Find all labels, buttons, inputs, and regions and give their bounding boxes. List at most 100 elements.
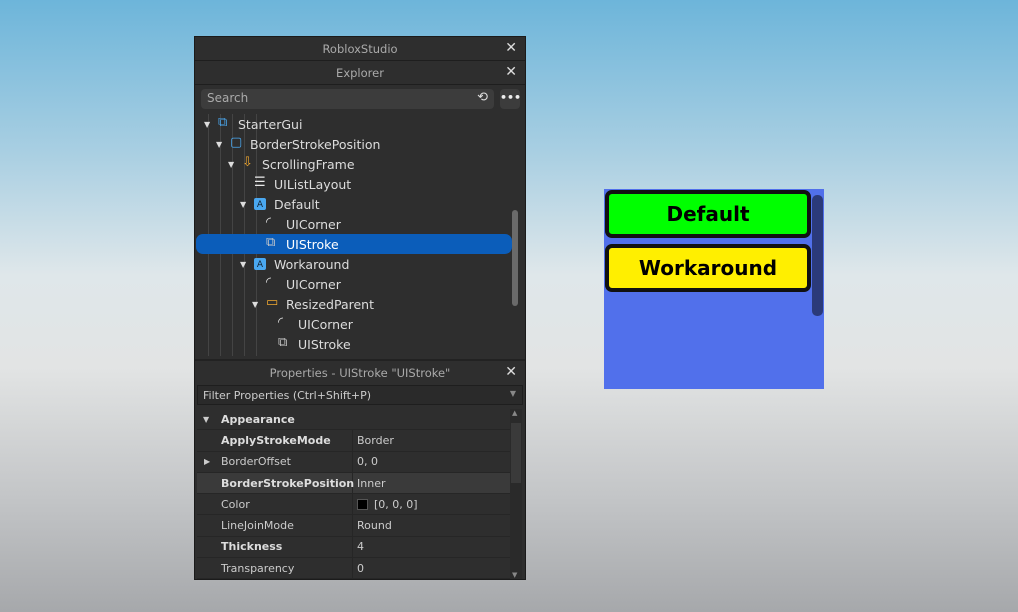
property-row[interactable]: Thickness 4 [197,536,510,559]
filter-placeholder: Filter Properties (Ctrl+Shift+P) [203,389,372,402]
tree-item[interactable]: ▼ A Default [196,194,512,214]
tree-item[interactable]: ☰ UIListLayout [196,174,512,194]
startergui-icon: ⧉ [218,115,228,130]
tree-item-label: UICorner [298,316,353,332]
property-name: Thickness [197,536,353,558]
property-row[interactable]: BorderStrokePosition Inner [197,472,510,495]
tree-item-label: ResizedParent [286,296,375,312]
properties-table: ▼ Appearance ApplyStrokeMode Border ▶ Borde… [197,409,510,580]
tree-item[interactable]: ◜ UICorner [196,314,512,334]
expand-arrow-icon[interactable]: ▼ [240,200,246,209]
property-row[interactable]: LineJoinMode Round [197,515,510,537]
tree-item[interactable]: ▼ ▭ ResizedParent [196,294,512,314]
frame-icon: ▭ [266,295,279,310]
property-value[interactable]: 0 [353,562,364,575]
close-icon[interactable]: ✕ [505,364,517,380]
tree-item-label: UIListLayout [274,176,352,192]
tree-item-label: Workaround [274,256,350,272]
tree-item[interactable]: ⧉ UIStroke [196,234,512,254]
explorer-tree: ▼ ⧉ StarterGui ▼ ▢ BorderStrokePosition ▼ ⇩ Scro… [196,114,512,356]
close-icon[interactable]: ✕ [505,40,517,56]
tree-item-label: StarterGui [238,116,303,132]
explorer-title: Explorer [336,65,384,80]
screengui-icon: ▢ [230,135,243,150]
property-value-text: 0, 0 [357,455,378,469]
default-button[interactable]: Default [605,190,811,238]
tree-item[interactable]: ▼ ⇩ ScrollingFrame [196,154,512,174]
window-title: RobloxStudio [322,41,398,56]
tree-item[interactable]: ▼ ▢ BorderStrokePosition [196,134,512,154]
expand-arrow-icon[interactable]: ▼ [252,300,258,309]
uistroke-icon: ⧉ [278,335,288,350]
scrollbar[interactable] [512,210,518,306]
tree-item-label: UICorner [286,276,341,292]
property-row[interactable]: ApplyStrokeMode Border [197,430,510,452]
search-placeholder: Search [207,91,249,105]
close-icon[interactable]: ✕ [505,64,517,80]
tree-item[interactable]: ◜ UICorner [196,274,512,294]
property-name: Color [197,494,353,515]
property-row[interactable]: ▶ BorderOffset 0, 0 [197,451,510,473]
scrolling-frame: Default Workaround [604,189,824,389]
more-options-button[interactable]: ••• [500,89,521,109]
section-appearance[interactable]: ▼ Appearance [197,409,510,431]
textbutton-icon: A [254,198,266,210]
uicorner-icon: ◜ [278,315,284,330]
uicorner-icon: ◜ [266,275,272,290]
tree-item-label: UICorner [286,216,341,232]
property-value[interactable]: Inner [353,477,385,490]
scrollbar[interactable]: ▲ ▼ [510,409,522,579]
search-input[interactable]: Search ⟲ [201,89,494,109]
property-value-text: 0 [357,561,364,575]
expand-arrow-icon[interactable]: ▶ [204,457,210,466]
property-name: BorderOffset [197,451,353,472]
textbutton-icon: A [254,258,266,270]
uistroke-icon: ⧉ [266,235,276,250]
property-value-text: Border [357,433,394,447]
property-value-text: [0, 0, 0] [374,497,418,511]
property-value[interactable]: [0, 0, 0] [353,498,418,511]
property-name: Transparency [197,558,353,579]
property-value-text: 4 [357,540,364,554]
uilistlayout-icon: ☰ [254,175,266,190]
window-titlebar: RobloxStudio ✕ [195,37,525,61]
studio-window: RobloxStudio ✕ Explorer ✕ Search ⟲ ••• ▼… [194,36,526,580]
expand-arrow-icon[interactable]: ▼ [216,140,222,149]
chevron-down-icon[interactable]: ▼ [510,389,516,398]
property-value[interactable]: Round [353,519,392,532]
scrollbar[interactable] [812,195,823,316]
property-row[interactable]: Transparency 0 [197,558,510,580]
property-value[interactable]: 4 [353,540,364,553]
property-value-text: Round [357,519,392,533]
history-icon[interactable]: ⟲ [477,90,488,105]
chevron-down-icon: ▼ [203,414,210,424]
tree-item-label: UIStroke [286,236,339,252]
button-label: Workaround [638,256,778,280]
expand-arrow-icon[interactable]: ▼ [240,260,246,269]
explorer-header: Explorer ✕ [195,61,525,85]
properties-panel: Properties - UIStroke "UIStroke" ✕ Filte… [195,359,525,580]
tree-item-label: Default [274,196,320,212]
tree-item[interactable]: ⧉ UIStroke [196,334,512,354]
expand-arrow-icon[interactable]: ▼ [204,120,210,129]
property-name: LineJoinMode [197,515,353,536]
scrollingframe-icon: ⇩ [242,155,253,170]
property-name: BorderStrokePosition [197,472,354,494]
section-label: Appearance [221,412,295,426]
tree-item[interactable]: ▼ ⧉ StarterGui [196,114,512,134]
filter-properties-input[interactable]: Filter Properties (Ctrl+Shift+P) ▼ [197,385,523,405]
button-label: Default [666,202,750,226]
property-row[interactable]: Color [0, 0, 0] [197,494,510,516]
tree-item[interactable]: ◜ UICorner [196,214,512,234]
property-value[interactable]: 0, 0 [353,455,378,468]
uicorner-icon: ◜ [266,215,272,230]
property-name: ApplyStrokeMode [197,430,353,451]
color-swatch[interactable] [357,498,368,510]
tree-item-label: ScrollingFrame [262,156,355,172]
tree-item[interactable]: ▼ A Workaround [196,254,512,274]
property-value[interactable]: Border [353,434,394,447]
tree-item-label: BorderStrokePosition [250,136,381,152]
tree-item-label: UIStroke [298,336,351,352]
expand-arrow-icon[interactable]: ▼ [228,160,234,169]
workaround-button[interactable]: Workaround [605,244,811,292]
